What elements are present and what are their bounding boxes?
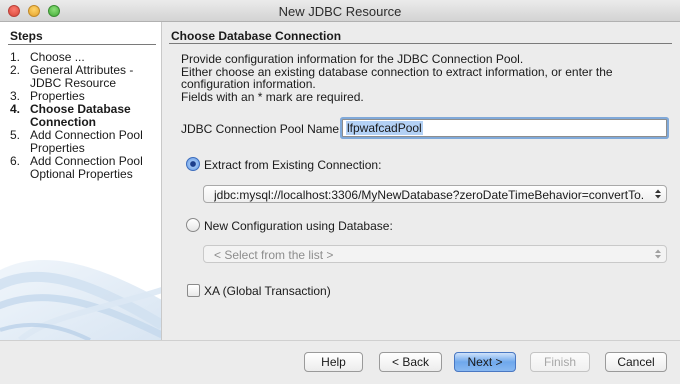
new-configuration-radio[interactable]	[186, 218, 200, 232]
new-configuration-label: New Configuration using Database:	[204, 219, 393, 233]
step-item: 6. Add Connection Pool Optional Propertie…	[10, 155, 160, 181]
button-bar-divider	[0, 340, 680, 341]
steps-list: 1. Choose ... 2. General Attributes - JDBC …	[10, 51, 160, 181]
step-label: Choose Database Connection	[30, 102, 131, 129]
steps-panel: Steps 1. Choose ... 2. General Attributes -…	[0, 22, 162, 340]
step-item: 4. Choose Database Connection	[10, 103, 160, 129]
title-bar: New JDBC Resource	[0, 0, 680, 22]
step-number: 6.	[10, 154, 21, 168]
description-text: Provide configuration information for th…	[181, 53, 661, 103]
step-label: Add Connection Pool Optional Properties	[30, 154, 143, 181]
step-label: Add Connection Pool Properties	[30, 128, 143, 155]
step-number: 2.	[10, 63, 21, 77]
extract-existing-label: Extract from Existing Connection:	[204, 158, 382, 172]
xa-transaction-checkbox[interactable]	[187, 284, 200, 297]
select-arrows-icon	[655, 249, 661, 259]
select-arrows-icon	[655, 189, 661, 199]
main-panel: Choose Database Connection Provide confi…	[163, 22, 680, 340]
decorative-swoosh-graphic	[0, 260, 161, 340]
step-number: 4.	[10, 102, 21, 116]
next-button[interactable]: Next >	[454, 352, 516, 372]
step-item: 2. General Attributes - JDBC Resource	[10, 64, 160, 90]
description-line: Fields with an * mark are required.	[181, 89, 364, 104]
description-line: configuration information.	[181, 77, 316, 91]
database-select[interactable]: < Select from the list >	[203, 245, 667, 263]
steps-heading: Steps	[10, 29, 43, 43]
window-title: New JDBC Resource	[278, 4, 402, 19]
description-line: Provide configuration information for th…	[181, 52, 524, 66]
extract-existing-radio[interactable]	[186, 157, 200, 171]
step-number: 5.	[10, 128, 21, 142]
pool-name-label: JDBC Connection Pool Name:*	[181, 122, 348, 136]
steps-divider	[8, 44, 156, 45]
pool-name-value: lfpwafcadPool	[346, 121, 423, 135]
existing-connection-value: jdbc:mysql://localhost:3306/MyNewDatabas…	[214, 188, 644, 202]
database-select-placeholder: < Select from the list >	[214, 248, 334, 262]
xa-transaction-label: XA (Global Transaction)	[204, 284, 331, 298]
section-divider	[169, 43, 672, 44]
pool-name-input[interactable]: lfpwafcadPool	[342, 119, 667, 137]
jdbc-resource-dialog: New JDBC Resource Steps 1. Choose ... 2. Ge…	[0, 0, 680, 384]
finish-button[interactable]: Finish	[530, 352, 590, 372]
step-label: General Attributes - JDBC Resource	[30, 63, 134, 90]
existing-connection-select[interactable]: jdbc:mysql://localhost:3306/MyNewDatabas…	[203, 185, 667, 203]
help-button[interactable]: Help	[304, 352, 363, 372]
step-item: 5. Add Connection Pool Properties	[10, 129, 160, 155]
cancel-button[interactable]: Cancel	[605, 352, 667, 372]
back-button[interactable]: < Back	[379, 352, 442, 372]
section-title: Choose Database Connection	[171, 29, 342, 43]
